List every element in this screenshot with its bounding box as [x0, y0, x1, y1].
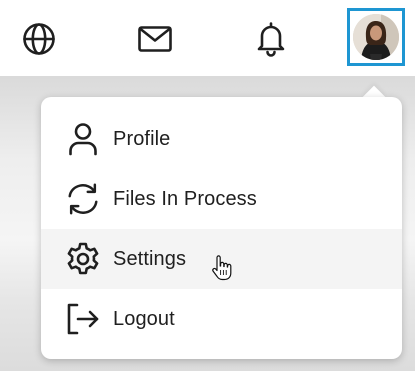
menu-item-profile[interactable]: Profile	[41, 109, 402, 169]
user-dropdown-menu: Profile Files In Process Settings Logout	[41, 97, 402, 359]
menu-item-label: Profile	[113, 127, 171, 150]
menu-item-files-in-process[interactable]: Files In Process	[41, 169, 402, 229]
avatar	[353, 14, 399, 60]
top-navigation-bar	[0, 0, 415, 76]
bell-icon[interactable]	[253, 21, 289, 57]
menu-item-logout[interactable]: Logout	[41, 289, 402, 349]
globe-icon[interactable]	[21, 21, 57, 57]
mail-icon[interactable]	[137, 21, 173, 57]
menu-item-label: Settings	[113, 247, 187, 270]
gear-icon	[65, 241, 101, 277]
menu-item-label: Files In Process	[113, 187, 257, 210]
menu-item-label: Logout	[113, 307, 175, 330]
refresh-icon	[65, 181, 101, 217]
menu-item-settings[interactable]: Settings	[41, 229, 402, 289]
user-icon	[65, 121, 101, 157]
logout-icon	[65, 301, 101, 337]
user-avatar-button[interactable]	[347, 8, 405, 66]
